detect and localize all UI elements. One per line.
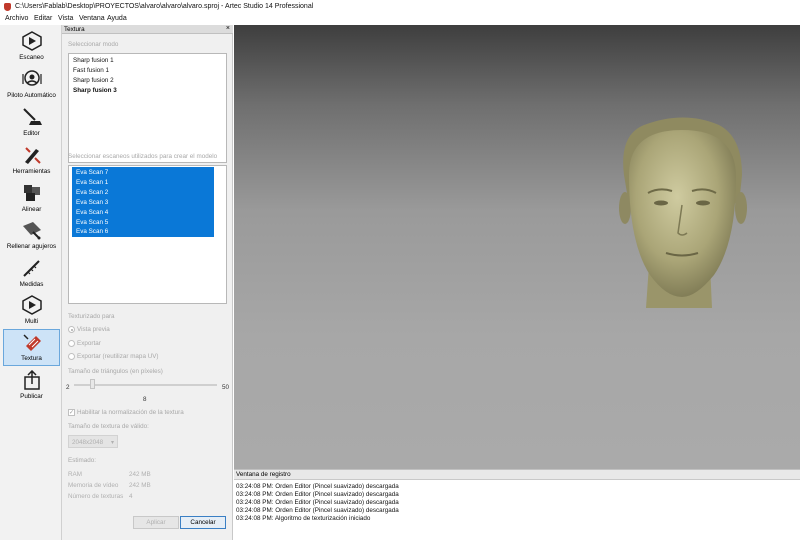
measure-icon <box>23 260 40 277</box>
estimate-value: 4 <box>129 493 133 500</box>
log-window: Ventana de registro 03:24:08 PM: Orden E… <box>234 469 800 540</box>
log-line: 03:24:08 PM: Orden Editor (Pincel suaviz… <box>236 507 399 514</box>
scan-selection: Eva Scan 7 Eva Scan 1 Eva Scan 2 Eva Sca… <box>72 167 214 237</box>
tool-publicar[interactable]: Publicar <box>3 368 60 405</box>
publish-icon <box>24 370 40 390</box>
tool-editor[interactable]: Editor <box>3 105 60 142</box>
texture-size-value: 2048x2048 <box>72 439 104 446</box>
tool-escaneo[interactable]: Escaneo <box>3 29 60 66</box>
estimated-label: Estimado: <box>68 457 96 464</box>
scans-label: Seleccionar escaneos utilizados para cre… <box>68 153 218 160</box>
log-header: Ventana de registro <box>234 470 800 480</box>
menu-archivo[interactable]: Archivo <box>5 15 28 22</box>
tool-label: Multi <box>24 318 39 325</box>
tool-label: Herramientas <box>12 168 51 175</box>
tool-textura[interactable]: Textura <box>3 329 60 366</box>
radio-label: Vista previa <box>77 326 110 333</box>
menu-vista[interactable]: Vista <box>58 15 73 22</box>
normalize-checkbox[interactable]: ✓ <box>68 409 75 416</box>
tool-label: Rellenar agujeros <box>6 243 57 250</box>
triangle-size-slider[interactable] <box>74 384 217 386</box>
list-item[interactable]: Sharp fusion 2 <box>73 77 114 84</box>
tool-label: Escaneo <box>19 54 44 61</box>
radio-label: Exportar (reutilizar mapa UV) <box>77 353 159 360</box>
triangle-size-label: Tamaño de triángulos (en píxeles) <box>68 368 163 375</box>
scan-play-icon <box>22 31 42 51</box>
multi-icon <box>22 295 42 315</box>
list-item[interactable]: Eva Scan 7 <box>76 169 108 176</box>
slider-handle[interactable] <box>90 379 95 389</box>
log-line: 03:24:08 PM: Algoritmo de texturización … <box>236 515 371 522</box>
tool-medidas[interactable]: Medidas <box>3 256 60 293</box>
tool-label: Textura <box>21 355 42 362</box>
chevron-down-icon: ▾ <box>110 440 114 446</box>
radio-exportar[interactable] <box>68 340 75 347</box>
3d-viewport[interactable] <box>234 25 800 469</box>
list-item[interactable]: Fast fusion 1 <box>73 67 109 74</box>
menu-ventana[interactable]: Ventana <box>79 15 105 22</box>
tool-herramientas[interactable]: Herramientas <box>3 143 60 180</box>
tool-rellenar-agujeros[interactable]: Rellenar agujeros <box>3 218 60 255</box>
texture-icon <box>23 334 41 351</box>
estimate-value: 242 MB <box>129 482 151 489</box>
list-item[interactable]: Eva Scan 4 <box>76 209 108 216</box>
tool-label: Alinear <box>21 206 42 213</box>
menu-bar: Archivo Editar Vista Ventana Ayuda <box>0 14 800 25</box>
tool-piloto-automatico[interactable]: Piloto Automático <box>3 67 60 104</box>
list-item[interactable]: Eva Scan 2 <box>76 189 108 196</box>
tool-multi[interactable]: Multi <box>3 293 60 330</box>
log-title: Ventana de registro <box>236 471 291 478</box>
estimate-name: RAM <box>68 471 82 478</box>
radio-exportar-uv[interactable] <box>68 353 75 360</box>
list-item[interactable]: Sharp fusion 3 <box>73 87 117 94</box>
menu-editar[interactable]: Editar <box>34 15 52 22</box>
mode-list[interactable]: Sharp fusion 1 Fast fusion 1 Sharp fusio… <box>68 53 227 163</box>
app-logo-icon <box>4 3 11 11</box>
apply-button[interactable]: Aplicar <box>133 516 179 529</box>
estimate-value: 242 MB <box>129 471 151 478</box>
log-line: 03:24:08 PM: Orden Editor (Pincel suaviz… <box>236 491 399 498</box>
radio-label: Exportar <box>77 340 101 347</box>
menu-ayuda[interactable]: Ayuda <box>107 15 127 22</box>
slider-min: 2 <box>66 384 70 391</box>
texture-size-select[interactable]: 2048x2048 ▾ <box>68 435 118 448</box>
tool-label: Editor <box>23 130 40 137</box>
tools-icon <box>25 147 41 164</box>
estimate-name: Memoria de vídeo <box>68 482 119 489</box>
tool-alinear[interactable]: Alinear <box>3 181 60 218</box>
log-line: 03:24:08 PM: Orden Editor (Pincel suaviz… <box>236 499 399 506</box>
list-item[interactable]: Eva Scan 5 <box>76 219 108 226</box>
title-bar: C:\Users\Fablab\Desktop\PROYECTOS\alvaro… <box>0 0 800 14</box>
tool-sidebar: Escaneo Piloto Automático Editor Herrami… <box>0 25 62 540</box>
window-title: C:\Users\Fablab\Desktop\PROYECTOS\alvaro… <box>15 3 314 10</box>
tool-label: Piloto Automático <box>7 92 56 99</box>
log-line: 03:24:08 PM: Orden Editor (Pincel suaviz… <box>236 483 399 490</box>
tool-label: Medidas <box>19 281 44 288</box>
panel-title: Textura <box>64 26 85 33</box>
close-icon[interactable]: × <box>226 25 230 32</box>
list-item[interactable]: Sharp fusion 1 <box>73 57 114 64</box>
texture-panel: Textura × Seleccionar modo Sharp fusion … <box>62 25 233 540</box>
estimate-name: Número de texturas <box>68 493 124 500</box>
slider-max: 50 <box>222 384 230 391</box>
fill-holes-icon <box>23 222 41 240</box>
list-item[interactable]: Eva Scan 1 <box>76 179 108 186</box>
panel-header: Textura × <box>62 25 233 34</box>
list-item[interactable]: Eva Scan 3 <box>76 199 108 206</box>
align-icon <box>24 185 40 201</box>
texturize-label: Texturizado para <box>68 313 115 320</box>
eraser-editor-icon <box>23 108 42 125</box>
slider-value: 8 <box>143 396 147 403</box>
cancel-button[interactable]: Cancelar <box>180 516 226 529</box>
tool-label: Publicar <box>20 393 43 400</box>
mode-label: Seleccionar modo <box>68 41 119 48</box>
radio-vista-previa[interactable] <box>68 326 75 333</box>
head-model <box>619 117 747 308</box>
normalize-label: Habilitar la normalización de la textura <box>77 409 184 416</box>
texture-size-label: Tamaño de textura de válido: <box>68 423 149 430</box>
list-item[interactable]: Eva Scan 6 <box>76 228 108 235</box>
scan-list[interactable]: Eva Scan 7 Eva Scan 1 Eva Scan 2 Eva Sca… <box>68 165 227 304</box>
autopilot-icon <box>22 70 42 86</box>
